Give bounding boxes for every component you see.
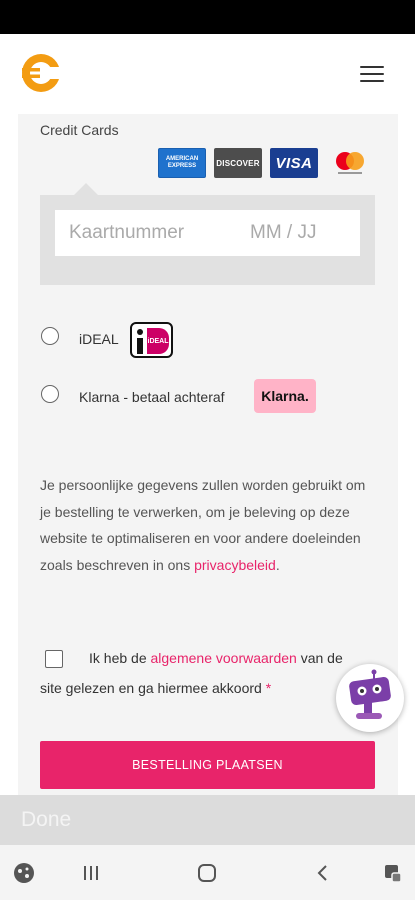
ideal-logo-icon: iDEAL — [130, 322, 173, 358]
amex-logo-icon: AMERICAN EXPRESS — [158, 148, 206, 178]
privacy-policy-link[interactable]: privacybeleid — [194, 557, 276, 573]
status-bar — [0, 0, 415, 34]
visa-logo-icon: VISA — [270, 148, 318, 178]
credit-cards-title: Credit Cards — [40, 122, 119, 138]
done-button[interactable]: Done — [21, 808, 71, 832]
klarna-logo-icon: Klarna. — [254, 379, 316, 413]
chat-widget-button[interactable] — [336, 664, 404, 732]
hamburger-menu-icon[interactable] — [358, 62, 388, 86]
home-icon[interactable] — [192, 858, 222, 888]
card-box-pointer — [74, 183, 98, 195]
site-header — [0, 34, 415, 114]
terms-agreement-text: Ik heb de algemene voorwaarden van de si… — [40, 650, 343, 696]
back-icon[interactable] — [308, 858, 338, 888]
klarna-radio[interactable] — [41, 385, 59, 403]
place-order-button[interactable]: BESTELLING PLAATSEN — [40, 741, 375, 789]
required-marker: * — [265, 680, 272, 696]
expiry-date-input[interactable] — [250, 214, 354, 252]
mastercard-logo-icon — [336, 152, 364, 174]
keyboard-switch-icon[interactable] — [378, 858, 408, 888]
ideal-radio[interactable] — [41, 327, 59, 345]
privacy-notice: Je persoonlijke gegevens zullen worden g… — [40, 477, 366, 573]
discover-logo-icon: DISCOVER — [214, 148, 262, 178]
recent-apps-icon[interactable] — [76, 858, 106, 888]
terms-link[interactable]: algemene voorwaarden — [151, 650, 297, 666]
ideal-label[interactable]: iDEAL — [79, 331, 119, 347]
robot-chat-icon — [349, 669, 391, 719]
klarna-label[interactable]: Klarna - betaal achteraf — [79, 389, 225, 405]
game-launcher-icon[interactable] — [9, 858, 39, 888]
euro-logo-icon[interactable] — [18, 51, 62, 95]
